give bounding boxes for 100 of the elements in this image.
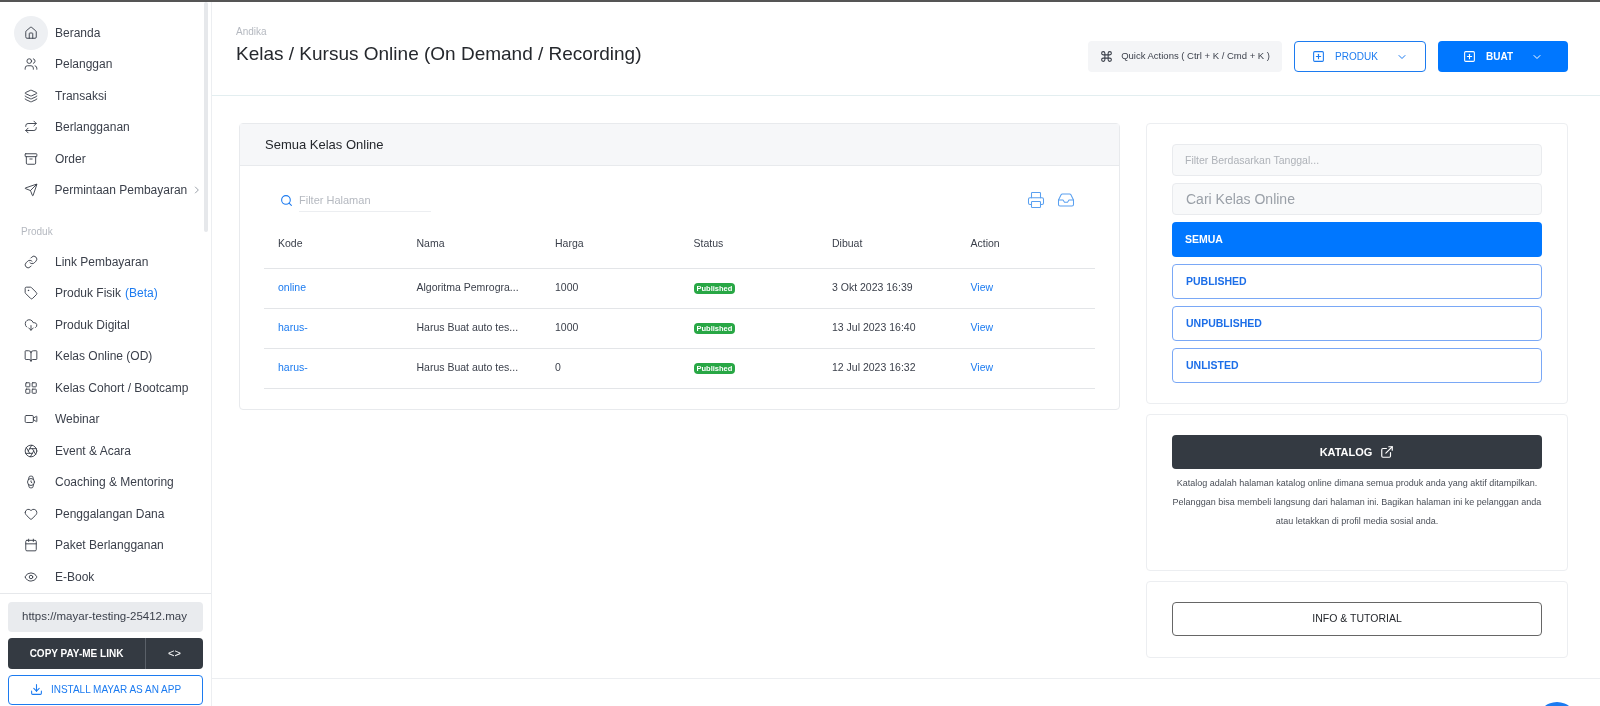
grid-icon (24, 380, 38, 395)
heart-icon (24, 506, 38, 521)
view-link[interactable]: View (956, 308, 1095, 348)
table-cell: 12 Jul 2023 16:32 (818, 348, 957, 388)
column-header: Status (679, 220, 818, 268)
sidebar-item-label: Webinar (55, 411, 100, 429)
calendar-icon (24, 538, 38, 553)
sidebar-item[interactable]: Kelas Cohort / Bootcamp (9, 372, 211, 404)
external-link-icon (1380, 445, 1395, 459)
beta-label: (Beta) (125, 285, 158, 303)
table-cell: Harus Buat auto tes... (402, 348, 541, 388)
copy-link-button[interactable]: COPY PAY-ME LINK (8, 637, 145, 669)
filter-field[interactable]: Filter Halaman (299, 188, 431, 212)
column-header: Nama (402, 220, 541, 268)
section-label: Produk (20, 225, 54, 236)
code-link[interactable]: harus- (264, 348, 403, 388)
sidebar-item[interactable]: Produk Fisik (Beta) (9, 277, 211, 309)
sidebar-item[interactable]: Permintaan Pembayaran (9, 174, 211, 206)
produk-button[interactable]: PRODUK (1294, 41, 1426, 72)
sidebar-item[interactable]: Penggalangan Dana (9, 498, 211, 530)
status-filter-button[interactable]: PUBLISHED (1172, 264, 1542, 299)
sidebar-item[interactable]: Pelanggan (9, 48, 211, 80)
search-icon (280, 193, 293, 207)
sidebar-item-label: Order (55, 150, 86, 168)
info-tutorial-button[interactable]: INFO & TUTORIAL (1172, 602, 1542, 636)
install-app-button[interactable]: INSTALL MAYAR AS AN APP (8, 674, 203, 705)
column-header: Harga (541, 220, 680, 268)
sidebar-item-label: Permintaan Pembayaran (54, 182, 188, 200)
view-link[interactable]: View (956, 268, 1095, 308)
sidebar-item[interactable]: Event & Acara (9, 435, 211, 467)
download-icon (29, 683, 43, 696)
table-cell: 3 Okt 2023 16:39 (818, 268, 957, 308)
buat-button[interactable]: BUAT (1438, 41, 1568, 72)
home-icon (24, 25, 38, 40)
sidebar-item[interactable]: Link Pembayaran (9, 246, 211, 278)
table-cell: 1000 (541, 308, 680, 348)
plus-square-icon (1312, 50, 1326, 63)
sidebar-item-label: Berlangganan (55, 119, 130, 137)
sidebar-item-label: Produk Digital (55, 316, 130, 334)
tag-icon (24, 286, 38, 301)
search-field[interactable]: Cari Kelas Online (1172, 183, 1542, 215)
sidebar-item[interactable]: Kelas Online (OD) (9, 340, 211, 372)
sidebar-item-label: Kelas Online (OD) (55, 348, 153, 366)
status-filter-button[interactable]: SEMUA (1172, 222, 1542, 257)
table-cell: 13 Jul 2023 16:40 (818, 308, 957, 348)
breadcrumb: Andika (236, 25, 268, 39)
quick-actions-button[interactable]: Quick Actions ( Ctrl + K / Cmd + K ) (1088, 41, 1282, 72)
sidebar-item[interactable]: Coaching & Mentoring (9, 466, 211, 498)
sidebar-item[interactable]: E-Book (9, 561, 211, 593)
sidebar-item-label: Coaching & Mentoring (55, 474, 174, 492)
sidebar-item-label: Kelas Cohort / Bootcamp (55, 379, 189, 397)
table-cell: Harus Buat auto tes... (402, 308, 541, 348)
code-link[interactable]: harus- (264, 308, 403, 348)
cloud-download-icon (24, 317, 38, 332)
table-cell: 1000 (541, 268, 680, 308)
sidebar-item[interactable]: Produk Digital (9, 309, 211, 341)
sidebar-item[interactable]: Transaksi (9, 80, 211, 112)
date-filter-field[interactable]: Filter Berdasarkan Tanggal... (1172, 144, 1542, 176)
book-icon (24, 349, 38, 364)
code-link[interactable]: online (264, 268, 403, 308)
sidebar-item-label: Pelanggan (55, 56, 113, 74)
repeat-icon (24, 120, 38, 135)
embed-button[interactable]: <> (145, 637, 203, 669)
link-field[interactable]: https://mayar-testing-25412.may (8, 601, 203, 632)
column-header: Action (956, 220, 1095, 268)
users-icon (24, 57, 38, 72)
sidebar-item-label: E-Book (55, 568, 95, 586)
sidebar-item[interactable]: Beranda (9, 17, 211, 49)
katalog-button[interactable]: KATALOG (1172, 435, 1542, 469)
printer-icon[interactable] (1027, 191, 1045, 209)
status-filter-button[interactable]: UNPUBLISHED (1172, 306, 1542, 341)
sidebar-item-label: Link Pembayaran (55, 253, 149, 271)
sidebar-item-label: Penggalangan Dana (55, 505, 165, 523)
column-header: Kode (264, 220, 403, 268)
sidebar-item[interactable]: Berlangganan (9, 111, 211, 143)
table-cell: 0 (541, 348, 680, 388)
plus-square-icon (1463, 50, 1476, 63)
paper-plane-icon (23, 183, 38, 198)
command-icon (1100, 50, 1114, 63)
layers-icon (24, 88, 38, 103)
sidebar-item-label: Event & Acara (55, 442, 132, 460)
sidebar-item-label: Transaksi (55, 87, 107, 105)
status-filter-button[interactable]: UNLISTED (1172, 348, 1542, 383)
katalog-description: Katalog adalah halaman katalog online dimana semua produk anda yang aktif ditampilkan. Pelanggan bisa membeli langsung dari halaman ini. Bagikan halaman ini ke pelanggan anda atau letakkan di profil media sosial anda. (1172, 477, 1542, 528)
aperture-icon (24, 443, 38, 458)
box-icon (24, 151, 38, 166)
sidebar-item-label: Paket Berlangganan (55, 537, 164, 555)
sidebar-item[interactable]: Paket Berlangganan (9, 529, 211, 561)
sidebar-item[interactable]: Order (9, 143, 211, 175)
column-header: Dibuat (818, 220, 957, 268)
table-cell: Algoritma Pemrogra... (402, 268, 541, 308)
eye-icon (24, 569, 38, 584)
sidebar-item[interactable]: Webinar (9, 403, 211, 435)
link-icon (24, 254, 38, 269)
inbox-download-icon[interactable] (1057, 191, 1075, 209)
sidebar-item-label: Produk Fisik (55, 285, 122, 303)
sidebar-item-label: Beranda (55, 24, 101, 42)
view-link[interactable]: View (956, 348, 1095, 388)
card-title: Semua Kelas Online (265, 135, 384, 154)
watch-icon (24, 475, 38, 490)
